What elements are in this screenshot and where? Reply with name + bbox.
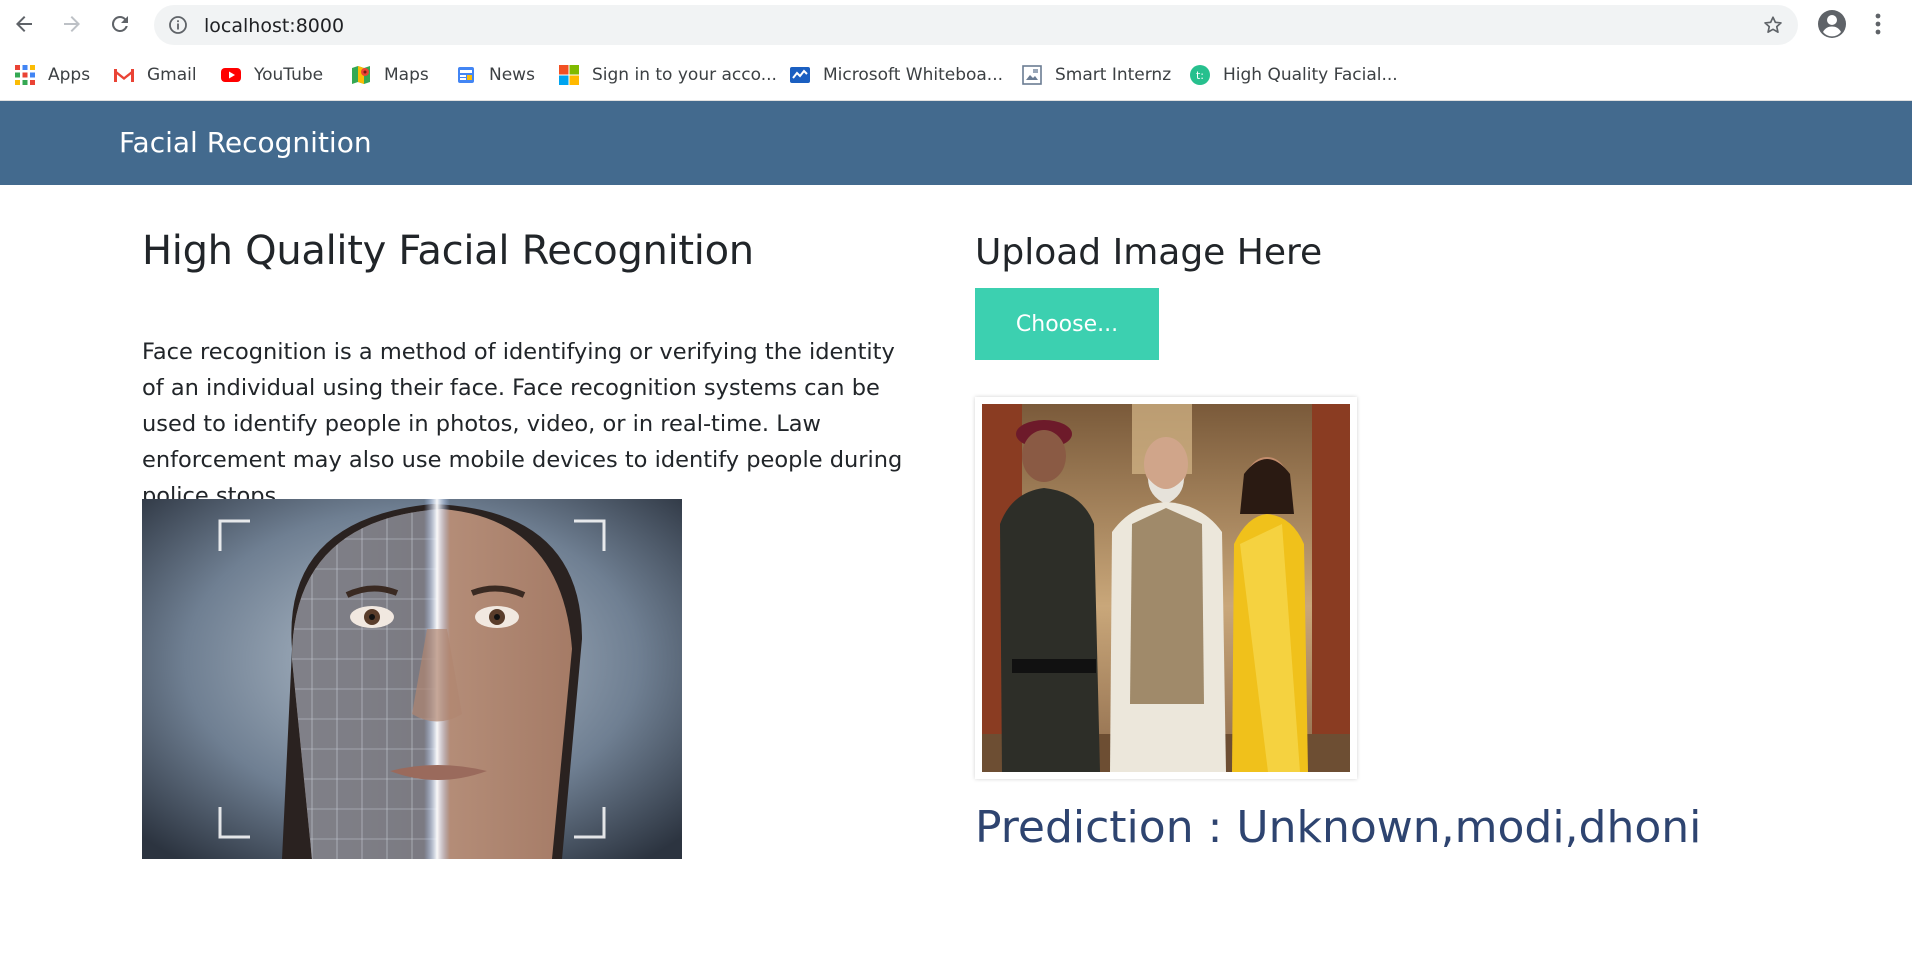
whiteboard-icon: [790, 67, 810, 83]
bookmark-label: Smart Internz: [1055, 65, 1172, 85]
reload-icon: [111, 15, 128, 32]
bookmark-label: Apps: [48, 65, 91, 85]
bookmark-label: News: [489, 65, 535, 85]
news-icon: [458, 67, 474, 83]
uploaded-image-preview: [975, 397, 1357, 779]
maps-icon: [352, 66, 370, 84]
prediction-result: Prediction : Unknown,modi,dhoni: [975, 802, 1702, 853]
address-bar[interactable]: localhost:8000: [154, 5, 1798, 45]
bookmark-microsoft-signin[interactable]: Sign in to your acco...: [558, 62, 777, 88]
bookmark-label: Sign in to your acco...: [592, 65, 777, 85]
hero-section: High Quality Facial Recognition: [142, 228, 942, 274]
site-icon: t:: [1190, 65, 1210, 85]
back-button[interactable]: [8, 8, 40, 40]
url-text[interactable]: localhost:8000: [204, 15, 344, 37]
bookmark-maps[interactable]: Maps: [350, 62, 429, 88]
page-title: High Quality Facial Recognition: [142, 228, 754, 274]
face-scan-image: [142, 499, 682, 859]
star-icon[interactable]: [1762, 14, 1784, 36]
bookmark-label: Gmail: [147, 65, 197, 85]
gmail-icon: [114, 69, 134, 82]
bookmark-youtube[interactable]: YouTube: [220, 62, 323, 88]
bookmark-whiteboard[interactable]: Microsoft Whiteboa...: [789, 62, 1003, 88]
site-navbar: Facial Recognition: [0, 101, 1912, 185]
bookmarks-bar: Apps Gmail YouTube Maps News Sign in to …: [0, 50, 1912, 101]
reload-button[interactable]: [104, 8, 136, 40]
svg-text:t:: t:: [1196, 69, 1204, 82]
info-icon[interactable]: [168, 15, 188, 35]
intro-paragraph: Face recognition is a method of identify…: [142, 339, 903, 509]
microsoft-icon: [559, 65, 579, 85]
more-menu-icon[interactable]: [1866, 8, 1890, 40]
bookmark-label: YouTube: [254, 65, 324, 85]
browser-toolbar: localhost:8000: [0, 0, 1912, 50]
profile-avatar-icon[interactable]: [1816, 8, 1848, 40]
page-icon: [1022, 65, 1042, 85]
apps-grid-icon: [15, 65, 35, 85]
arrow-left-icon: [16, 16, 32, 32]
youtube-icon: [221, 68, 241, 82]
bookmark-label: Maps: [384, 65, 429, 85]
choose-file-button[interactable]: Choose...: [975, 288, 1159, 360]
bookmark-smart-internz[interactable]: Smart Internz: [1021, 62, 1171, 88]
bookmark-high-quality-facial[interactable]: t: High Quality Facial...: [1189, 62, 1398, 88]
bookmark-gmail[interactable]: Gmail: [113, 62, 197, 88]
bookmark-apps[interactable]: Apps: [14, 62, 90, 88]
brand-link[interactable]: Facial Recognition: [119, 126, 372, 159]
group-photo-image: [982, 404, 1350, 772]
forward-button[interactable]: [56, 8, 88, 40]
bookmark-news[interactable]: News: [455, 62, 535, 88]
bookmark-label: High Quality Facial...: [1223, 65, 1398, 85]
arrow-right-icon: [64, 16, 80, 32]
upload-heading: Upload Image Here: [975, 232, 1323, 273]
bookmark-label: Microsoft Whiteboa...: [823, 65, 1004, 85]
